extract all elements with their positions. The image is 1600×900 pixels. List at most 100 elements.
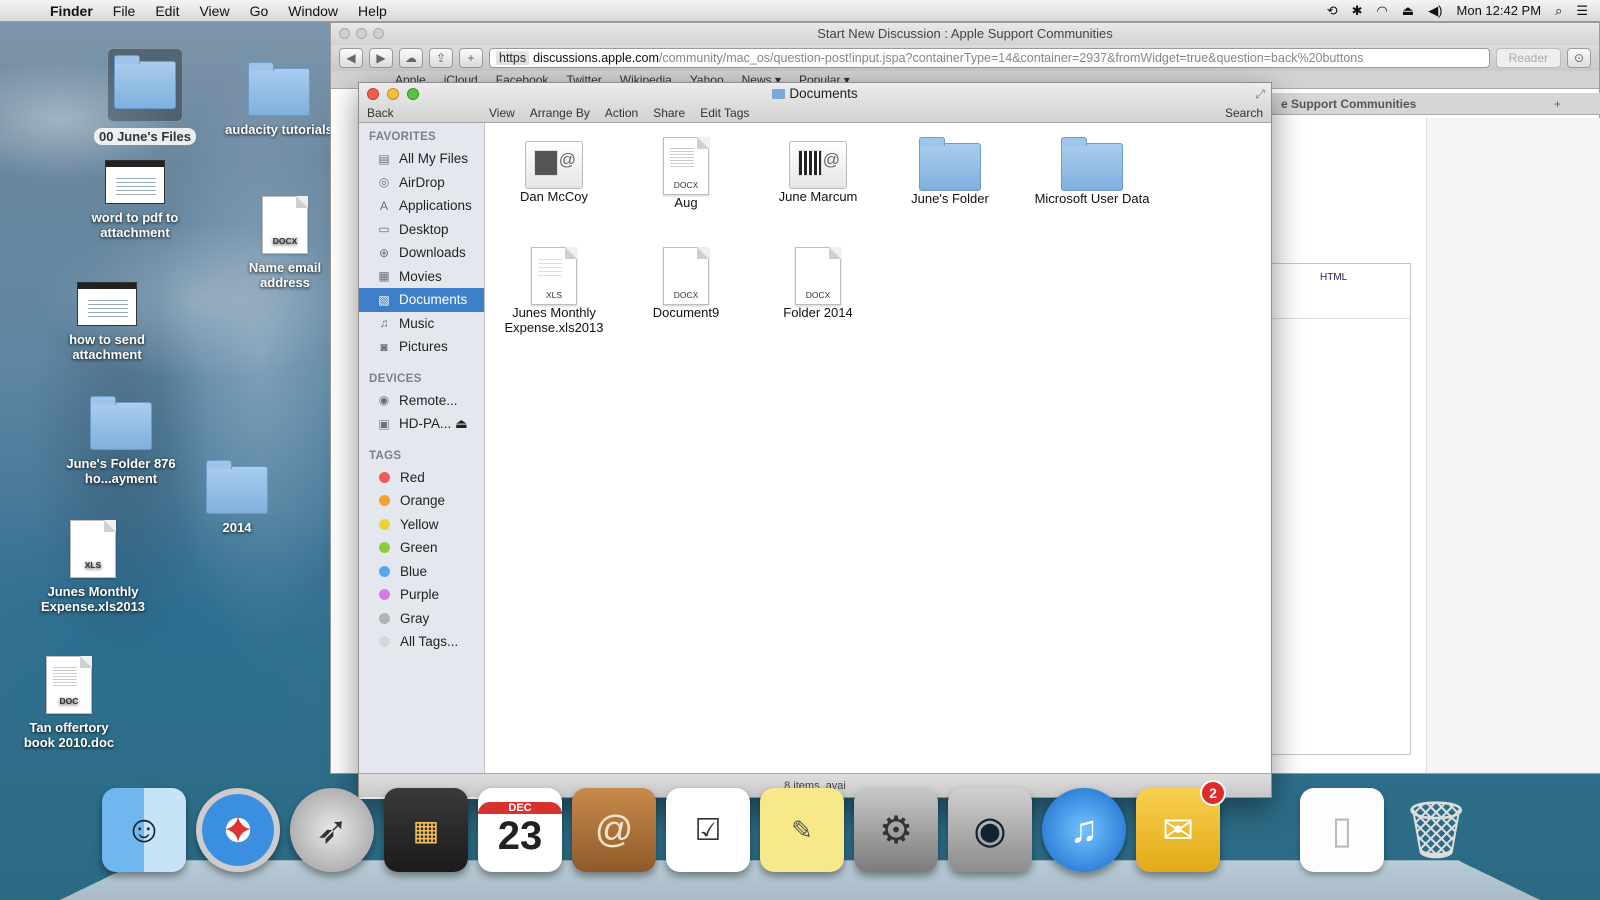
- address-bar[interactable]: https discussions.apple.com/community/mac…: [489, 48, 1490, 68]
- sidebar-item-documents[interactable]: ▧ Documents: [359, 288, 484, 312]
- file-name: June Marcum: [778, 189, 858, 204]
- desktop-icon-audacity-tutorials[interactable]: audacity tutorials: [224, 62, 334, 137]
- close-button[interactable]: [339, 28, 350, 39]
- bluetooth-icon[interactable]: ✱: [1352, 3, 1363, 19]
- finder-dock-icon[interactable]: ☺: [102, 788, 186, 872]
- new-tab-plus-icon[interactable]: +: [459, 48, 483, 68]
- desktop-icon-label: June's Folder 876 ho...ayment: [66, 456, 176, 486]
- launchpad-dock-icon[interactable]: ➶: [290, 788, 374, 872]
- menu-app-name[interactable]: Finder: [40, 3, 103, 19]
- minimize-button[interactable]: [356, 28, 367, 39]
- fullscreen-icon[interactable]: ⤢: [1255, 87, 1265, 102]
- safari-dock-icon[interactable]: ✦: [196, 788, 280, 872]
- view-button[interactable]: View: [489, 106, 515, 120]
- desktop-icon-junes-folder-876[interactable]: June's Folder 876 ho...ayment: [66, 396, 176, 486]
- desktop-icon-00-junes-files[interactable]: 00 June's Files: [90, 48, 200, 145]
- back-arrow-icon[interactable]: ◀: [339, 48, 363, 68]
- spotlight-search-icon[interactable]: ⌕: [1555, 3, 1562, 19]
- sidebar-tag-blue[interactable]: Blue: [359, 560, 484, 584]
- xls-file-icon: XLS: [531, 247, 577, 305]
- sidebar-tag-red[interactable]: Red: [359, 466, 484, 490]
- clock[interactable]: Mon 12:42 PM: [1457, 3, 1542, 18]
- file-item-aug[interactable]: DOCX Aug: [621, 137, 751, 210]
- html-mode-button[interactable]: HTML: [1320, 272, 1347, 283]
- menu-edit[interactable]: Edit: [145, 3, 189, 19]
- menu-view[interactable]: View: [189, 3, 239, 19]
- sidebar-item-pictures[interactable]: ◙ Pictures: [359, 335, 484, 359]
- folder-icon: [206, 460, 268, 514]
- notes-dock-icon[interactable]: ✎: [760, 788, 844, 872]
- sidebar-item-desktop[interactable]: ▭ Desktop: [359, 218, 484, 242]
- folder-icon: [90, 396, 152, 450]
- system-preferences-gear-icon[interactable]: ⚙: [854, 788, 938, 872]
- sidebar-tag-yellow[interactable]: Yellow: [359, 513, 484, 537]
- file-item-microsoft-user-data[interactable]: Microsoft User Data: [1017, 137, 1167, 206]
- arrange-by-button[interactable]: Arrange By: [530, 106, 590, 120]
- file-item-junes-folder[interactable]: June's Folder: [885, 137, 1015, 206]
- screenshot-thumbnail-icon: [77, 282, 137, 326]
- desktop-icon-name-email-address[interactable]: DOCX Name email address: [230, 196, 340, 290]
- desktop-icon-how-to-send-attachment[interactable]: how to send attachment: [52, 282, 162, 362]
- eject-icon[interactable]: ⏏: [1402, 3, 1414, 19]
- contact-card-icon: @: [789, 141, 847, 189]
- add-tab-plus-icon[interactable]: +: [1554, 93, 1561, 115]
- sidebar-item-hd-pa[interactable]: ▣ HD-PA... ⏏: [359, 412, 484, 436]
- sidebar-item-applications[interactable]: A Applications: [359, 194, 484, 218]
- reminders-dock-icon[interactable]: ☑: [666, 788, 750, 872]
- sidebar-item-remote-disc[interactable]: ◉ Remote...: [359, 389, 484, 413]
- applications-icon: A: [379, 198, 388, 213]
- icloud-tabs-icon[interactable]: ☁: [399, 48, 423, 68]
- action-button[interactable]: Action: [605, 106, 638, 120]
- desktop-icon-2014[interactable]: 2014: [182, 460, 292, 535]
- desktop-icon-tan-offertory-book[interactable]: DOC Tan offertory book 2010.doc: [14, 656, 124, 750]
- back-button[interactable]: Back: [367, 106, 394, 120]
- browser-titlebar: Start New Discussion : Apple Support Com…: [331, 23, 1599, 45]
- file-item-document9[interactable]: DOCX Document9: [621, 247, 751, 320]
- zoom-button[interactable]: [373, 28, 384, 39]
- wifi-icon[interactable]: ◠: [1377, 3, 1388, 19]
- finder-toolbar: Documents ⤢ Back View Arrange By Action …: [359, 83, 1271, 123]
- volume-icon[interactable]: ◀): [1428, 3, 1442, 19]
- itunes-music-note-icon[interactable]: ♫: [1042, 788, 1126, 872]
- facetime-camera-icon[interactable]: ◉: [948, 788, 1032, 872]
- folder-icon: [114, 55, 176, 109]
- gray-tag-dot-icon: [379, 612, 390, 624]
- reader-button[interactable]: Reader: [1495, 48, 1561, 68]
- file-item-dan-mccoy[interactable]: @ Dan McCoy: [489, 137, 619, 204]
- desktop-icon-word-to-pdf[interactable]: word to pdf to attachment: [80, 160, 190, 240]
- trash-icon[interactable]: 🗑: [1394, 788, 1478, 872]
- mail-envelope-icon[interactable]: ✉ 2: [1136, 780, 1226, 872]
- share-button[interactable]: Share: [653, 106, 685, 120]
- sidebar-tag-green[interactable]: Green: [359, 536, 484, 560]
- desktop-icon-junes-monthly-expense[interactable]: XLS Junes Monthly Expense.xls2013: [38, 520, 148, 614]
- time-machine-icon[interactable]: ⟲: [1327, 3, 1338, 19]
- contacts-dock-icon[interactable]: @: [572, 788, 656, 872]
- sidebar-item-music[interactable]: ♫ Music: [359, 312, 484, 336]
- sidebar-tag-purple[interactable]: Purple: [359, 583, 484, 607]
- menu-window[interactable]: Window: [278, 3, 348, 19]
- downloads-icon[interactable]: ⊙: [1567, 48, 1591, 68]
- sidebar-tag-gray[interactable]: Gray: [359, 607, 484, 631]
- forward-arrow-icon[interactable]: ▶: [369, 48, 393, 68]
- file-item-folder-2014[interactable]: DOCX Folder 2014: [753, 247, 883, 320]
- desktop-icon-label: Tan offertory book 2010.doc: [23, 720, 115, 750]
- edit-tags-button[interactable]: Edit Tags: [700, 106, 749, 120]
- notification-center-icon[interactable]: ☰: [1576, 3, 1588, 19]
- documents-stack-icon[interactable]: ▯: [1300, 788, 1384, 872]
- share-icon[interactable]: ⇪: [429, 48, 453, 68]
- file-item-june-marcum[interactable]: @ June Marcum: [753, 137, 883, 204]
- browser-tab[interactable]: e Support Communities +: [1271, 93, 1600, 115]
- calendar-dock-icon[interactable]: DEC 23: [478, 788, 562, 872]
- menu-go[interactable]: Go: [240, 3, 279, 19]
- file-item-junes-monthly-expense[interactable]: XLS Junes Monthly Expense.xls2013: [489, 247, 619, 335]
- sidebar-item-all-my-files[interactable]: ▤ All My Files: [359, 147, 484, 171]
- search-button[interactable]: Search: [1225, 106, 1263, 120]
- photo-browser-dock-icon[interactable]: ▦: [384, 788, 468, 872]
- sidebar-item-airdrop[interactable]: ◎ AirDrop: [359, 171, 484, 195]
- sidebar-tag-all-tags[interactable]: All Tags...: [359, 630, 484, 654]
- sidebar-item-downloads[interactable]: ⊕ Downloads: [359, 241, 484, 265]
- menu-file[interactable]: File: [103, 3, 146, 19]
- menu-help[interactable]: Help: [348, 3, 397, 19]
- sidebar-item-movies[interactable]: ▦ Movies: [359, 265, 484, 289]
- sidebar-tag-orange[interactable]: Orange: [359, 489, 484, 513]
